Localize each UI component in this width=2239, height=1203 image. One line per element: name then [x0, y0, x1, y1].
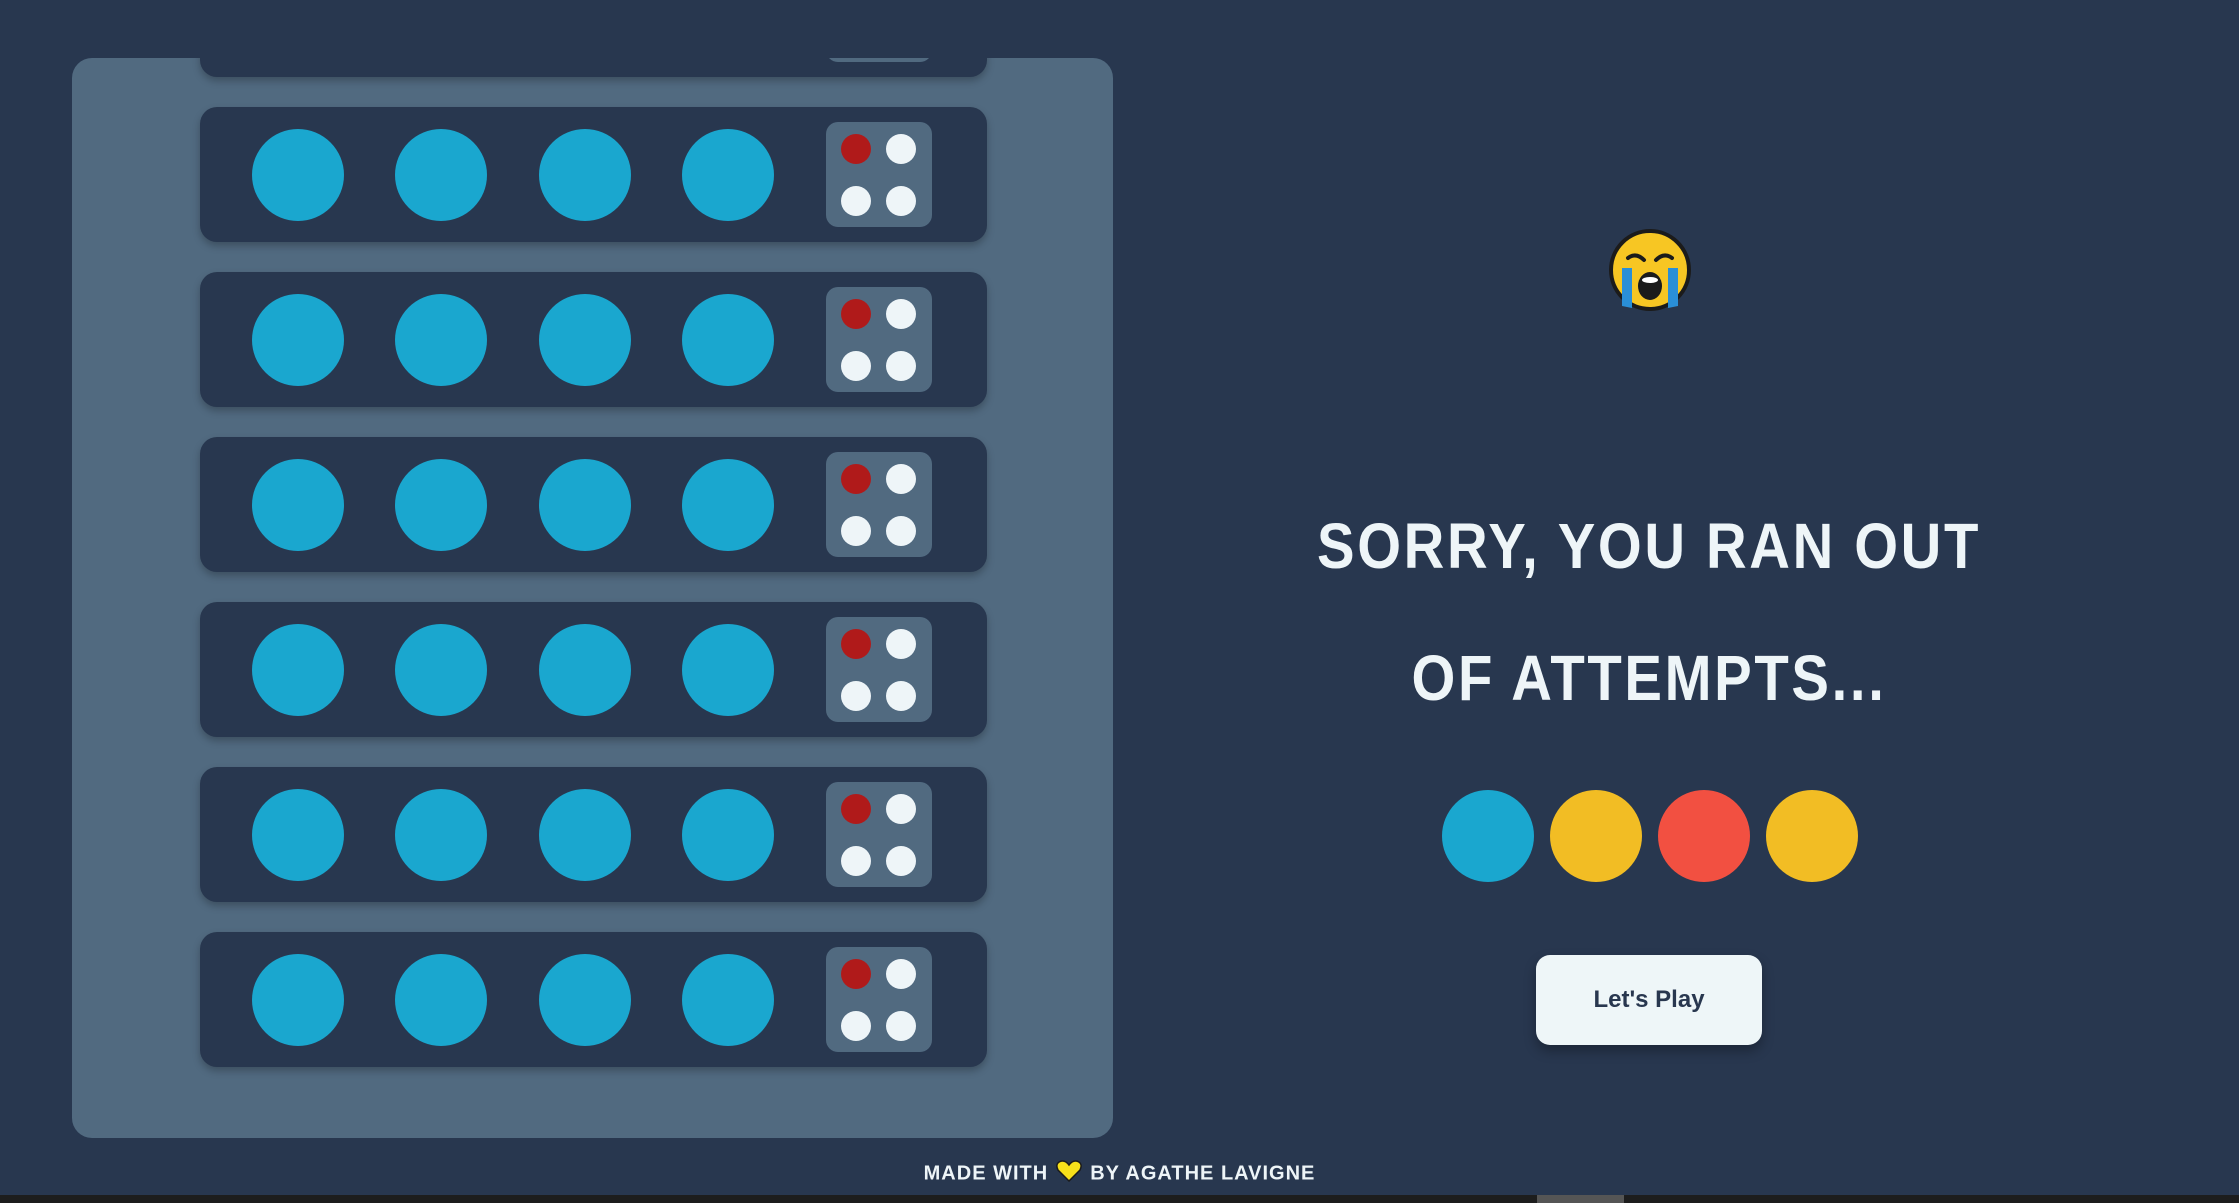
scrollbar-thumb[interactable] — [1537, 1195, 1624, 1203]
footer-author: BY AGATHE LAVIGNE — [1090, 1162, 1316, 1185]
guess-peg — [395, 624, 487, 716]
feedback-peg-white — [886, 959, 916, 989]
feedback-peg-red — [841, 794, 871, 824]
heart-icon — [1056, 1160, 1083, 1188]
feedback-pegs — [826, 287, 932, 392]
feedback-peg-white — [886, 794, 916, 824]
game-over-message: SORRY, YOU RAN OUT OF ATTEMPTS... — [1317, 510, 1981, 714]
feedback-peg-white — [886, 681, 916, 711]
feedback-peg-red — [841, 629, 871, 659]
attempt-row — [200, 437, 987, 572]
feedback-peg-white — [886, 299, 916, 329]
guess-peg — [252, 294, 344, 386]
solution-peg — [1442, 790, 1534, 882]
guess-peg — [395, 129, 487, 221]
guess-peg — [682, 459, 774, 551]
guess-peg — [539, 954, 631, 1046]
attempt-row — [200, 58, 987, 77]
game-board — [72, 58, 1113, 1138]
attempt-row — [200, 767, 987, 902]
footer-made-with: MADE WITH — [923, 1162, 1049, 1185]
feedback-peg-white — [886, 516, 916, 546]
result-panel: SORRY, YOU RAN OUT OF ATTEMPTS... Let's … — [1113, 0, 2185, 1180]
guess-peg — [395, 789, 487, 881]
guess-peg — [539, 129, 631, 221]
attempt-row — [200, 107, 987, 242]
feedback-peg-white — [886, 846, 916, 876]
horizontal-scrollbar[interactable] — [0, 1195, 2239, 1203]
feedback-pegs — [826, 947, 932, 1052]
guess-peg — [252, 954, 344, 1046]
feedback-peg-white — [841, 186, 871, 216]
feedback-peg-red — [841, 299, 871, 329]
guess-peg — [682, 954, 774, 1046]
feedback-peg-red — [841, 134, 871, 164]
guess-peg — [539, 294, 631, 386]
feedback-peg-white — [886, 1011, 916, 1041]
feedback-pegs — [826, 452, 932, 557]
attempt-rows — [200, 58, 987, 1097]
attempt-row — [200, 602, 987, 737]
feedback-peg-white — [886, 351, 916, 381]
guess-peg — [539, 624, 631, 716]
feedback-peg-white — [886, 629, 916, 659]
guess-peg — [252, 129, 344, 221]
guess-peg — [539, 459, 631, 551]
feedback-peg-white — [886, 464, 916, 494]
feedback-peg-white — [886, 186, 916, 216]
feedback-pegs — [826, 617, 932, 722]
guess-peg — [252, 459, 344, 551]
guess-peg — [395, 459, 487, 551]
feedback-peg-white — [841, 516, 871, 546]
feedback-pegs — [826, 782, 932, 887]
attempt-row — [200, 932, 987, 1067]
guess-peg — [682, 129, 774, 221]
feedback-peg-white — [841, 681, 871, 711]
guess-peg — [682, 294, 774, 386]
feedback-peg-white — [841, 351, 871, 381]
feedback-pegs — [826, 58, 932, 62]
feedback-peg-white — [886, 134, 916, 164]
feedback-peg-red — [841, 464, 871, 494]
guess-peg — [252, 789, 344, 881]
feedback-pegs — [826, 122, 932, 227]
lets-play-button[interactable]: Let's Play — [1536, 955, 1762, 1045]
guess-peg — [682, 624, 774, 716]
feedback-peg-white — [841, 1011, 871, 1041]
guess-peg — [395, 294, 487, 386]
footer: MADE WITH BY AGATHE LAVIGNE — [0, 1160, 2239, 1190]
solution-peg — [1550, 790, 1642, 882]
loudly-crying-face-icon — [1609, 229, 1691, 311]
guess-peg — [395, 954, 487, 1046]
solution-peg — [1766, 790, 1858, 882]
feedback-peg-white — [841, 846, 871, 876]
attempt-row — [200, 272, 987, 407]
feedback-peg-red — [841, 959, 871, 989]
guess-peg — [539, 789, 631, 881]
solution-peg — [1658, 790, 1750, 882]
guess-peg — [252, 624, 344, 716]
guess-peg — [682, 789, 774, 881]
